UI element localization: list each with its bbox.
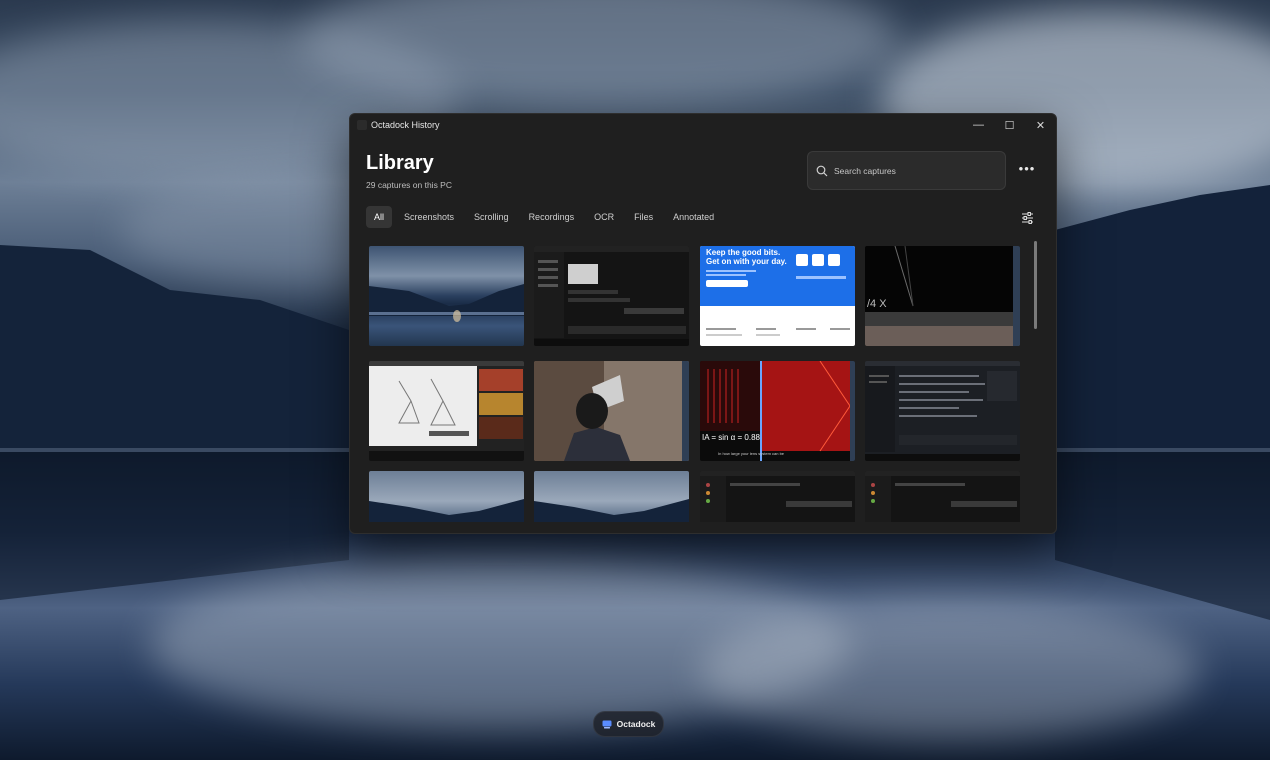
- title-bar: Octadock History — ☐ ✕: [350, 114, 1056, 136]
- capture-thumbnail[interactable]: /4 X: [865, 246, 1020, 346]
- capture-thumbnail[interactable]: [534, 361, 689, 461]
- taskbar-app-label: Octadock: [616, 719, 656, 729]
- capture-count: 29 captures on this PC: [366, 180, 452, 190]
- lake-image-2: [369, 499, 524, 522]
- capture-thumbnail[interactable]: [534, 246, 689, 346]
- filter-tabs: All Screenshots Scrolling Recordings OCR…: [366, 206, 726, 228]
- tab-annotated[interactable]: Annotated: [665, 206, 722, 228]
- window-title: Octadock History: [371, 120, 440, 130]
- capture-thumbnail[interactable]: IA = sin α = 0.88 In how large your lens…: [700, 361, 855, 461]
- page-title: Library: [366, 152, 434, 174]
- search-input[interactable]: [832, 164, 986, 177]
- history-window: Octadock History — ☐ ✕ Library 29 captur…: [349, 113, 1057, 534]
- close-button[interactable]: ✕: [1025, 114, 1056, 136]
- diagram-editor-image: [369, 361, 524, 461]
- chat-app-image-2: [700, 471, 855, 522]
- tab-all[interactable]: All: [366, 206, 393, 228]
- app-icon: [357, 120, 367, 130]
- minimize-button[interactable]: —: [963, 114, 994, 136]
- sliders-icon: [1021, 212, 1033, 224]
- chat-app-image: [534, 246, 689, 346]
- capture-thumbnail[interactable]: [700, 471, 855, 522]
- capture-thumbnail[interactable]: [534, 471, 689, 522]
- lecture-image: [700, 361, 855, 461]
- lake-image-3: [534, 499, 689, 522]
- tab-recordings[interactable]: Recordings: [521, 206, 583, 228]
- taskbar-app-button[interactable]: Octadock: [593, 711, 664, 737]
- editor-app-image: [865, 361, 1020, 461]
- capture-thumbnail[interactable]: [369, 471, 524, 522]
- lake-image: [369, 284, 524, 322]
- tab-screenshots[interactable]: Screenshots: [396, 206, 462, 228]
- dark-graphic-image: [865, 246, 1020, 346]
- filter-settings-button[interactable]: [1016, 207, 1038, 229]
- search-box[interactable]: [807, 151, 1006, 190]
- capture-grid: Keep the good bits. Get on with your day…: [369, 246, 1021, 522]
- tab-ocr[interactable]: OCR: [586, 206, 622, 228]
- more-options-button[interactable]: •••: [1016, 157, 1038, 179]
- grid-scrollbar[interactable]: [1034, 241, 1037, 329]
- maximize-button[interactable]: ☐: [994, 114, 1025, 136]
- capture-thumbnail[interactable]: [369, 246, 524, 346]
- lecture-caption: In how large your lens system can be: [718, 451, 785, 456]
- lecture-formula: IA = sin α = 0.88: [702, 433, 760, 442]
- webpage-image: [706, 254, 850, 336]
- capture-thumbnail[interactable]: [369, 361, 524, 461]
- person-photo-image: [534, 361, 689, 461]
- tab-scrolling[interactable]: Scrolling: [466, 206, 517, 228]
- graphic-glyph: /4 X: [867, 298, 887, 310]
- capture-thumbnail[interactable]: [865, 361, 1020, 461]
- chat-app-image-3: [865, 471, 1020, 522]
- capture-thumbnail[interactable]: Keep the good bits. Get on with your day…: [700, 246, 855, 346]
- tab-files[interactable]: Files: [626, 206, 661, 228]
- capture-thumbnail[interactable]: [865, 471, 1020, 522]
- octadock-icon: [602, 720, 612, 728]
- search-icon: [816, 165, 828, 176]
